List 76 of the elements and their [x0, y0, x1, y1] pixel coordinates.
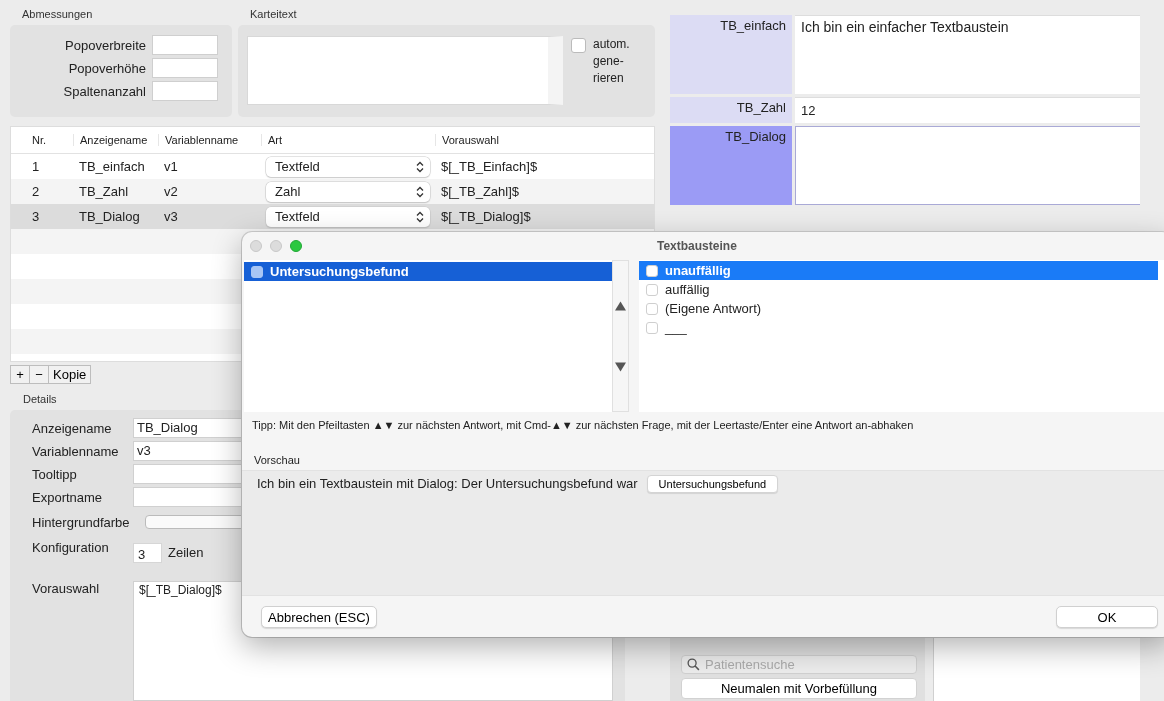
- answer-item[interactable]: auffällig: [639, 280, 1164, 299]
- group-title: Karteitext: [250, 8, 297, 20]
- group-title: Abmessungen: [22, 8, 93, 20]
- toolbar-button[interactable]: +: [10, 365, 30, 384]
- input-field[interactable]: 12: [795, 97, 1140, 123]
- scroll-up-icon[interactable]: [615, 300, 626, 311]
- field-label: Anzeigename: [32, 420, 113, 436]
- toolbar-button[interactable]: −: [29, 365, 49, 384]
- search-icon: [687, 658, 700, 671]
- cancel-button[interactable]: Abbrechen (ESC): [261, 606, 377, 628]
- field-label: TB_einfach: [670, 15, 792, 94]
- checkbox[interactable]: [646, 302, 658, 315]
- checkbox[interactable]: [646, 283, 658, 296]
- chevron-updown-icon: [416, 160, 424, 173]
- table-cell-text: v1: [163, 159, 179, 174]
- checkbox[interactable]: [646, 264, 658, 277]
- table-row[interactable]: 2 TB_Zahl v2 Zahl $[_TB_Zahl]$: [11, 179, 654, 204]
- checkbox[interactable]: [251, 265, 263, 278]
- field-label: Spaltenanzahl: [63, 83, 146, 99]
- placeholder-token[interactable]: Untersuchungsbefund: [646, 475, 779, 493]
- field-label: TB_Dialog: [670, 126, 792, 205]
- chevron-updown-icon: [416, 185, 424, 198]
- type-dropdown[interactable]: Zahl: [266, 181, 430, 202]
- table-row[interactable]: 3 TB_Dialog v3 Textfeld $[_TB_Dialog]$: [11, 204, 654, 229]
- table-cell-text: TB_einfach: [78, 159, 146, 174]
- table-cell-text: TB_Dialog: [78, 209, 141, 224]
- toolbar-button[interactable]: Kopie: [48, 365, 92, 384]
- input-field[interactable]: Ich bin ein einfacher Textbaustein: [795, 15, 1140, 94]
- unit-label: Zeilen: [168, 545, 204, 560]
- input-field[interactable]: [152, 35, 218, 55]
- field-label: TB_Zahl: [670, 97, 792, 123]
- table-cell-text: TB_Zahl: [78, 184, 130, 199]
- field-label: Vorauswahl: [32, 581, 101, 596]
- text-area[interactable]: [247, 36, 563, 105]
- chevron-updown-icon: [416, 210, 424, 223]
- table-cell-text: $[_TB_Einfach]$: [440, 159, 539, 174]
- input-field[interactable]: 3: [133, 543, 162, 563]
- checkbox[interactable]: [646, 321, 658, 334]
- field-label: Popoverhöhe: [68, 60, 146, 76]
- table-cell-text: 3: [31, 209, 41, 224]
- column-header[interactable]: Art: [261, 134, 435, 146]
- checkbox-label: autom. gene- rieren: [593, 36, 630, 87]
- column-header[interactable]: Variablenname: [158, 134, 261, 146]
- table-cell-text: $[_TB_Zahl]$: [440, 184, 521, 199]
- input-field[interactable]: [795, 126, 1140, 205]
- checkbox[interactable]: [571, 38, 586, 53]
- minimize-icon[interactable]: [270, 240, 282, 252]
- answer-item[interactable]: unauffällig: [639, 261, 1158, 280]
- table-cell-text: 2: [31, 184, 41, 199]
- type-dropdown[interactable]: Textfeld: [266, 156, 430, 177]
- column-header[interactable]: Nr.: [11, 134, 73, 146]
- ok-button[interactable]: OK: [1056, 606, 1158, 628]
- refill-button[interactable]: Neumalen mit Vorbefüllung: [681, 678, 917, 699]
- question-item[interactable]: Untersuchungsbefund: [244, 262, 612, 281]
- group-title: Details: [23, 393, 57, 405]
- column-header[interactable]: Vorauswahl: [435, 134, 654, 146]
- field-label: Hintergrundfarbe: [32, 514, 131, 530]
- table-cell-text: 1: [31, 159, 41, 174]
- input-field[interactable]: [152, 81, 218, 101]
- table-cell-text: v2: [163, 184, 179, 199]
- close-icon[interactable]: [250, 240, 262, 252]
- column-header[interactable]: Anzeigename: [73, 134, 158, 146]
- table-cell-text: v3: [163, 209, 179, 224]
- field-label: Exportname: [32, 489, 104, 505]
- table-cell-text: $[_TB_Dialog]$: [440, 209, 532, 224]
- answer-item[interactable]: ___: [639, 318, 1164, 337]
- input-field[interactable]: [152, 58, 218, 78]
- window-title: Textbausteine: [657, 239, 737, 253]
- type-dropdown[interactable]: Textfeld: [266, 206, 430, 227]
- field-label: Variablenname: [32, 443, 120, 459]
- preview-text: Ich bin ein Textbaustein mit Dialog: Der Untersuchungsbefund war: [257, 476, 638, 491]
- field-label: Popoverbreite: [65, 37, 146, 53]
- field-label: Konfiguration: [32, 540, 110, 555]
- answer-item[interactable]: (Eigene Antwort): [639, 299, 1164, 318]
- zoom-icon[interactable]: [290, 240, 302, 252]
- field-label: Tooltipp: [32, 466, 78, 482]
